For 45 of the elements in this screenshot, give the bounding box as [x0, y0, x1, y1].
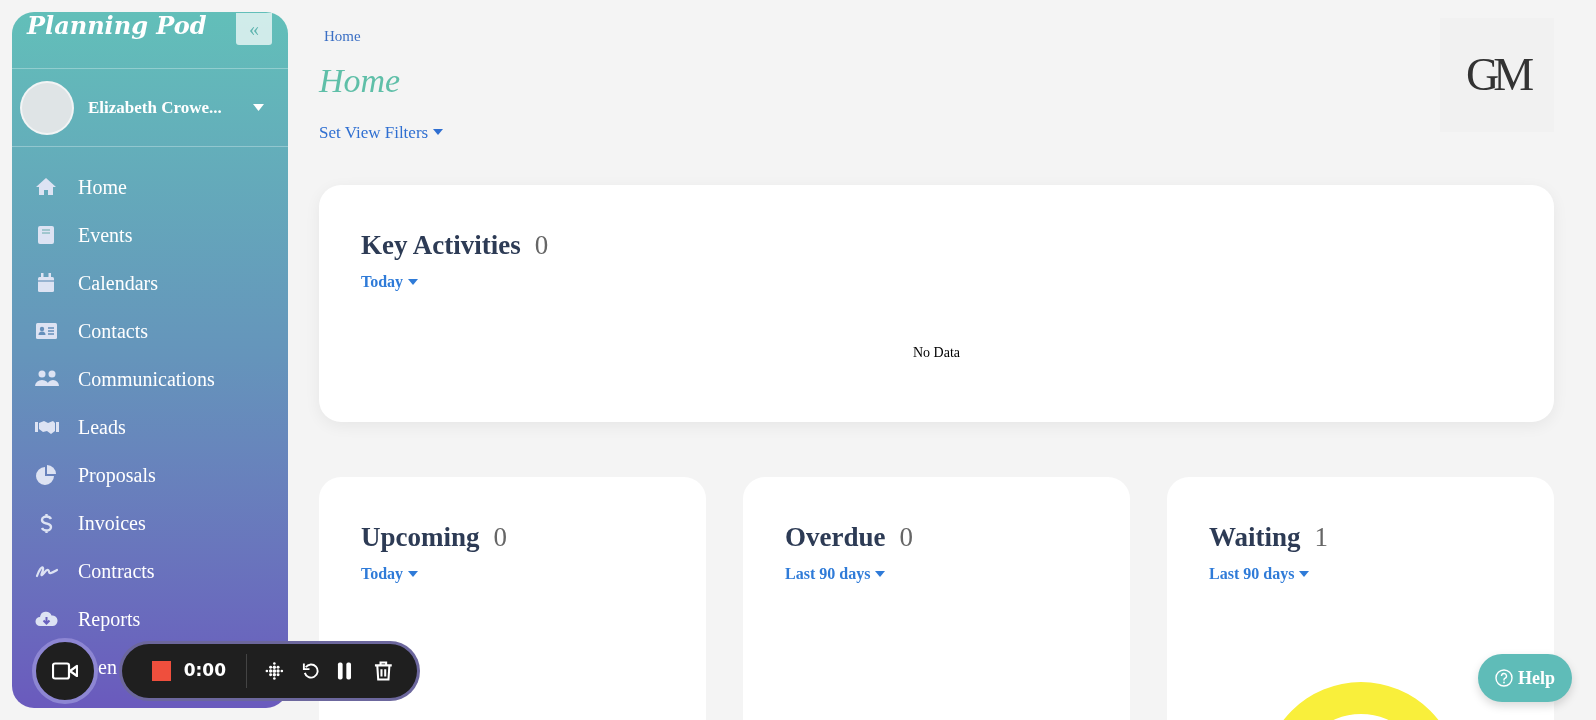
card-title: Upcoming — [361, 521, 480, 554]
pause-icon[interactable] — [337, 661, 353, 681]
caret-icon — [433, 129, 444, 136]
empty-message: No Data — [912, 343, 960, 362]
caret-icon — [408, 570, 419, 577]
restart-icon[interactable] — [301, 661, 320, 681]
pie-chart-icon — [35, 464, 59, 486]
recording-time: 0:00 — [183, 659, 226, 683]
app-logo: Planning Pod — [27, 14, 207, 38]
user-name[interactable]: Elizabeth Crowe... — [88, 94, 222, 121]
nav-item[interactable]: Contracts — [78, 556, 155, 586]
nav-item[interactable]: Reports — [78, 604, 141, 634]
card-count: 0 — [899, 521, 913, 554]
card-title: Waiting — [1209, 521, 1301, 554]
caret-icon — [408, 278, 419, 285]
nav-item[interactable]: Communications — [78, 364, 215, 394]
card-title: Overdue — [785, 521, 886, 554]
period-dropdown[interactable]: Last 90 days — [1209, 561, 1310, 586]
video-camera-icon — [52, 662, 78, 680]
breadcrumb-link[interactable]: Home — [324, 25, 361, 48]
nav-item[interactable]: Invoices — [78, 508, 146, 538]
card-title: Key Activities — [361, 229, 521, 262]
caret-icon — [875, 570, 886, 577]
period-dropdown[interactable]: Today — [361, 269, 419, 294]
nav-item[interactable]: en — [98, 652, 117, 682]
dots-grid-icon[interactable] — [264, 661, 284, 681]
nav-item[interactable]: Events — [78, 220, 133, 250]
period-dropdown[interactable]: Today — [361, 561, 419, 586]
nav-item[interactable]: Home — [78, 172, 127, 202]
trash-icon[interactable] — [374, 660, 393, 682]
caret-icon — [1299, 570, 1310, 577]
help-button[interactable]: Help — [1478, 654, 1572, 702]
card-count: 0 — [493, 521, 507, 554]
card-count: 0 — [534, 229, 549, 262]
nav-item[interactable]: Leads — [78, 412, 126, 442]
nav-item[interactable]: Proposals — [78, 460, 156, 490]
card-count: 1 — [1314, 521, 1329, 554]
nav-item[interactable]: Calendars — [78, 268, 158, 298]
avatar — [20, 80, 74, 135]
page-title: Home — [319, 63, 401, 98]
question-icon — [1495, 669, 1513, 687]
view-filters-dropdown[interactable]: Set View Filters — [319, 119, 444, 145]
id-card-icon — [35, 320, 59, 342]
nav-item[interactable]: Contacts — [78, 316, 148, 346]
period-dropdown[interactable]: Last 90 days — [785, 561, 886, 586]
